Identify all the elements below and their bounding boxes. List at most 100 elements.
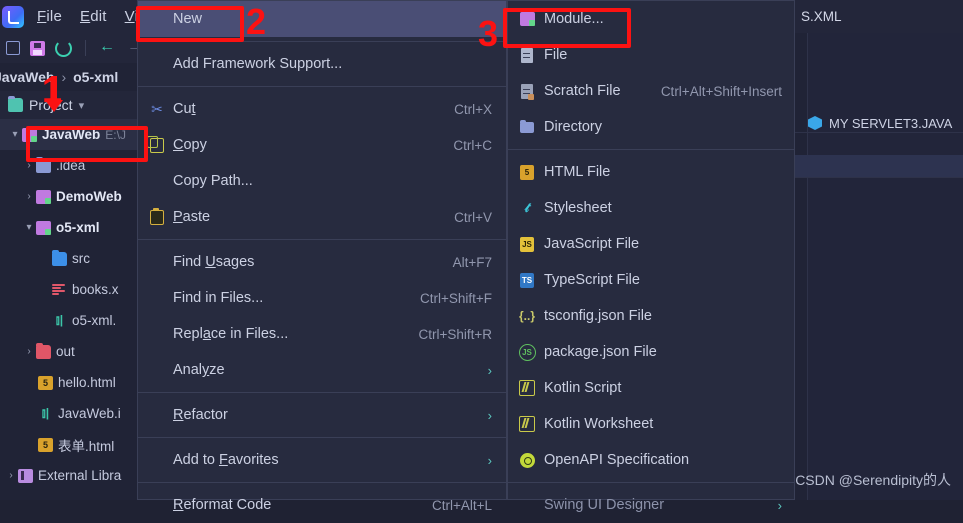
menu-item-reformat-code[interactable]: Reformat Code Ctrl+Alt+L	[138, 487, 506, 523]
submenu-arrow-icon: ›	[487, 407, 492, 423]
folder-icon	[36, 156, 51, 173]
expand-arrow-icon[interactable]: ›	[22, 160, 36, 171]
breadcrumb-project[interactable]: JavaWeb	[0, 69, 54, 85]
menu-item-find-usages[interactable]: Find Usages Alt+F7	[138, 244, 506, 280]
tsconfig-icon: {..}	[518, 309, 535, 323]
editor-area	[795, 33, 963, 500]
submenu-arrow-icon: ›	[487, 362, 492, 378]
menu-item-replace-in-files[interactable]: Replace in Files... Ctrl+Shift+R	[138, 316, 506, 352]
submenu-item-kotlin-script[interactable]: Kotlin Script	[508, 370, 794, 406]
submenu-item-directory[interactable]: Directory	[508, 109, 794, 145]
menu-item-shortcut: Ctrl+X	[454, 101, 492, 117]
expand-arrow-icon[interactable]: ›	[22, 346, 36, 357]
tree-item-demoweb[interactable]: › DemoWeb	[0, 181, 137, 212]
tree-item-o5-xml[interactable]: ▾ o5-xml	[0, 212, 137, 243]
tree-item-o5-xml-file[interactable]: ⫾| o5-xml.	[0, 305, 137, 336]
menu-item-label: Copy Path...	[173, 173, 253, 189]
breadcrumb-separator: ›	[61, 69, 67, 85]
tree-label: o5-xml.	[72, 313, 117, 328]
submenu-item-javascript-file[interactable]: JS JavaScript File	[508, 226, 794, 262]
menu-item-label: Paste	[173, 209, 211, 225]
submenu-item-shortcut: Ctrl+Alt+Shift+Insert	[660, 83, 782, 99]
submenu-item-typescript-file[interactable]: TS TypeScript File	[508, 262, 794, 298]
tree-item-out[interactable]: › out	[0, 336, 137, 367]
submenu-item-label: HTML File	[544, 164, 611, 180]
menu-item-new[interactable]: New	[138, 1, 506, 37]
menu-item-label: Add Framework Support...	[173, 56, 343, 72]
javascript-file-icon: JS	[518, 236, 536, 252]
html-file-icon: 5	[518, 164, 536, 180]
tree-label: hello.html	[58, 375, 116, 390]
menu-item-refactor[interactable]: Refactor ›	[138, 397, 506, 433]
submenu-separator	[508, 149, 794, 150]
structure-item-my-servlet3[interactable]: MY SERVLET3.JAVA	[808, 110, 963, 136]
menu-separator	[138, 41, 506, 42]
menu-item-copy-path[interactable]: Copy Path...	[138, 163, 506, 199]
watermark: CSDN @Serendipity的人	[795, 472, 951, 488]
submenu-item-kotlin-worksheet[interactable]: Kotlin Worksheet	[508, 406, 794, 442]
tree-label: 表单.html	[58, 438, 115, 454]
tree-label: DemoWeb	[56, 189, 122, 204]
breadcrumb-module[interactable]: o5-xml	[73, 69, 118, 85]
tree-label: out	[56, 344, 75, 359]
submenu-item-file[interactable]: File	[508, 37, 794, 73]
tree-label: JavaWeb.i	[58, 406, 121, 421]
module-icon	[22, 127, 37, 142]
open-folder-icon[interactable]	[6, 41, 20, 55]
library-icon	[18, 468, 33, 483]
back-arrow-icon[interactable]: ←	[99, 39, 117, 57]
menu-item-copy[interactable]: Copy Ctrl+C	[138, 127, 506, 163]
expand-arrow-icon[interactable]: ›	[22, 191, 36, 202]
menu-item-analyze[interactable]: Analyze ›	[138, 352, 506, 388]
menu-separator	[138, 392, 506, 393]
menu-item-add-to-favorites[interactable]: Add to Favorites ›	[138, 442, 506, 478]
tree-item-idea[interactable]: › .idea	[0, 150, 137, 181]
submenu-item-openapi-specification[interactable]: OpenAPI Specification	[508, 442, 794, 478]
submenu-item-label: TypeScript File	[544, 272, 640, 288]
project-panel-header[interactable]: Project ▾	[0, 91, 145, 119]
menu-item-cut[interactable]: ✂ Cut Ctrl+X	[138, 91, 506, 127]
tree-item-javaweb-iml[interactable]: ⫾| JavaWeb.i	[0, 398, 137, 429]
sync-icon[interactable]	[55, 39, 72, 57]
tree-item-biaodan-html[interactable]: 5 表单.html	[0, 429, 137, 460]
file-icon	[518, 47, 536, 63]
submenu-item-label: JavaScript File	[544, 236, 640, 252]
menu-item-add-framework-support[interactable]: Add Framework Support...	[138, 46, 506, 82]
save-all-icon[interactable]	[30, 40, 45, 56]
menu-item-label: New	[173, 11, 203, 27]
submenu-item-scratch-file[interactable]: Scratch File Ctrl+Alt+Shift+Insert	[508, 73, 794, 109]
tree-item-javaweb[interactable]: ▾ JavaWeb E:\J	[0, 119, 137, 150]
project-icon	[8, 96, 23, 112]
submenu-item-tsconfig-json-file[interactable]: {..} tsconfig.json File	[508, 298, 794, 334]
submenu-arrow-icon: ›	[487, 452, 492, 468]
submenu-item-label: OpenAPI Specification	[544, 452, 690, 468]
typescript-file-icon: TS	[518, 272, 536, 288]
submenu-item-package-json-file[interactable]: JS package.json File	[508, 334, 794, 370]
project-panel-title: Project	[29, 97, 73, 113]
submenu-item-swing-ui-designer[interactable]: Swing UI Designer ›	[508, 487, 794, 523]
expand-arrow-icon[interactable]: ›	[4, 470, 18, 481]
menu-item-find-in-files[interactable]: Find in Files... Ctrl+Shift+F	[138, 280, 506, 316]
submenu-item-module[interactable]: Module...	[508, 1, 794, 37]
menu-file[interactable]: File	[28, 5, 71, 28]
menu-item-label: Replace in Files...	[173, 326, 289, 342]
editor-tab-label[interactable]: S.XML	[801, 9, 842, 24]
menu-edit[interactable]: Edit	[71, 5, 116, 28]
menu-item-label: Refactor	[173, 407, 228, 423]
expand-arrow-icon[interactable]: ▾	[22, 222, 36, 233]
tree-item-hello-html[interactable]: 5 hello.html	[0, 367, 137, 398]
tree-item-src[interactable]: src	[0, 243, 137, 274]
chevron-down-icon[interactable]: ▾	[79, 99, 85, 112]
submenu-item-label: File	[544, 47, 568, 63]
expand-arrow-icon[interactable]: ▾	[8, 129, 22, 140]
xml-icon: ⫾|	[41, 406, 50, 420]
submenu-item-html-file[interactable]: 5 HTML File	[508, 154, 794, 190]
tree-item-external-libraries[interactable]: › External Libra	[0, 460, 137, 491]
output-folder-icon	[36, 342, 51, 359]
menu-separator	[138, 239, 506, 240]
submenu-item-stylesheet[interactable]: 𝓉 Stylesheet	[508, 190, 794, 226]
submenu-separator	[508, 482, 794, 483]
menu-item-paste[interactable]: Paste Ctrl+V	[138, 199, 506, 235]
openapi-icon	[518, 452, 536, 468]
tree-item-books-xml[interactable]: books.x	[0, 274, 137, 305]
